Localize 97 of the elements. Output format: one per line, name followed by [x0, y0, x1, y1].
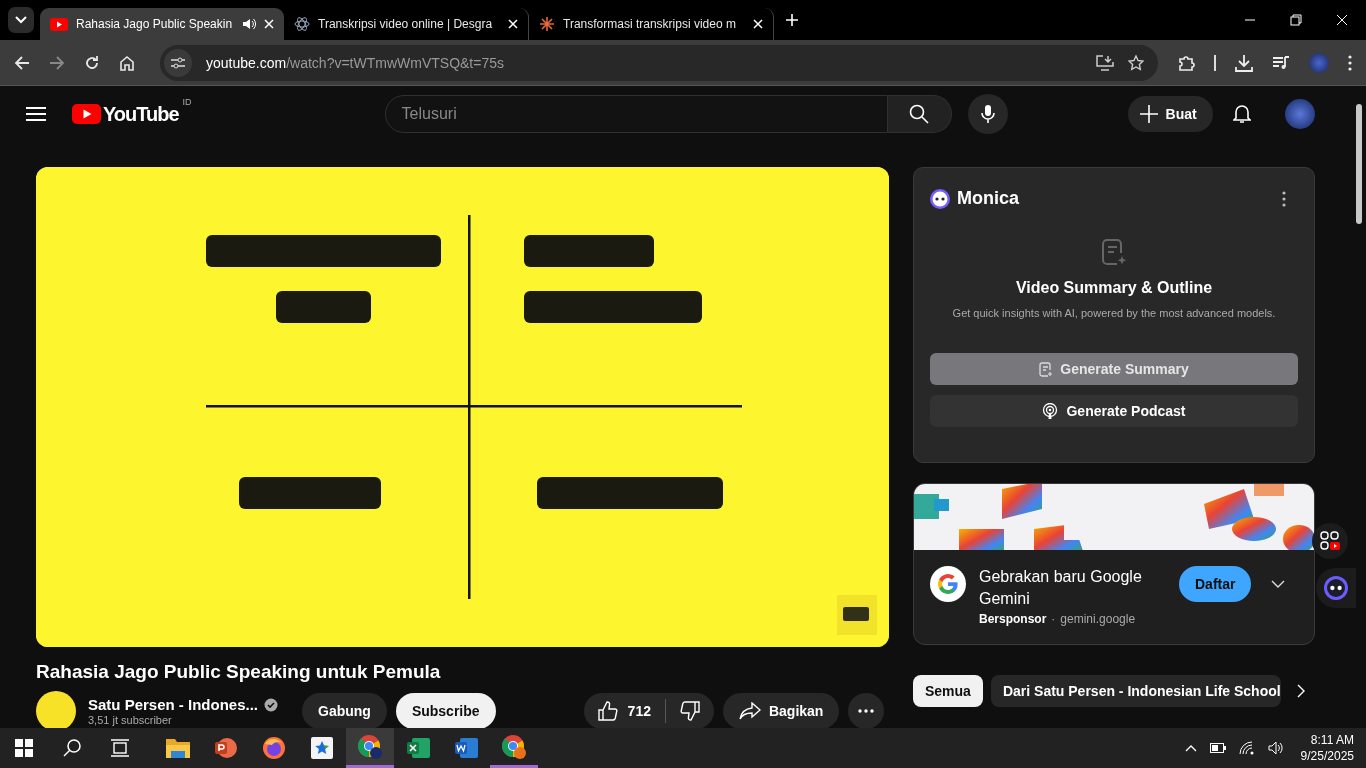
more-button[interactable]	[848, 693, 885, 728]
chevron-right-icon[interactable]	[1296, 684, 1305, 698]
filter-chip[interactable]: Semua	[913, 675, 983, 707]
burst-icon	[539, 16, 555, 32]
volume-icon[interactable]	[1267, 741, 1284, 755]
monica-logo-icon	[1324, 576, 1348, 600]
menu-icon[interactable]	[26, 106, 46, 122]
chevron-up-icon[interactable]	[1184, 744, 1197, 752]
star-icon[interactable]	[1128, 54, 1144, 71]
sponsored-label: Bersponsor	[979, 612, 1047, 626]
tab-title: Rahasia Jago Public Speakin	[76, 17, 234, 31]
apps-icon	[1320, 531, 1340, 551]
podcast-icon	[1042, 403, 1059, 419]
monica-title: Monica	[957, 188, 1019, 209]
reload-icon[interactable]	[84, 54, 100, 71]
generate-podcast-button[interactable]: Generate Podcast	[930, 395, 1298, 427]
task-view-icon[interactable]	[111, 739, 129, 757]
monica-logo-icon	[930, 188, 950, 209]
video-title: Rahasia Jago Public Speaking untuk Pemula	[36, 661, 442, 683]
new-tab-icon[interactable]	[786, 14, 798, 26]
browser-tab[interactable]: Rahasia Jago Public Speakin	[40, 8, 284, 40]
panel-heading: Video Summary & Outline	[1015, 279, 1213, 297]
chevron-down-icon[interactable]	[1271, 580, 1286, 588]
close-icon[interactable]	[753, 19, 763, 29]
star-app-icon	[311, 737, 333, 759]
menu-icon[interactable]	[1348, 54, 1352, 71]
generate-summary-button[interactable]: Generate Summary	[930, 353, 1298, 385]
search-icon[interactable]	[63, 739, 81, 757]
create-button[interactable]: Buat	[1127, 96, 1213, 132]
tab-title: Transkripsi video online | Desgra	[318, 17, 494, 31]
tab-title: Transformasi transkripsi video m	[563, 17, 737, 31]
thumbs-down-icon	[679, 701, 700, 721]
search-icon	[909, 104, 930, 124]
monica-button[interactable]	[1316, 568, 1356, 608]
logo-text[interactable]: YouTube	[103, 102, 179, 126]
more-icon[interactable]	[1282, 190, 1286, 207]
join-button[interactable]: Gabung	[302, 693, 387, 728]
media-icon[interactable]	[1272, 54, 1290, 71]
tab-search-button[interactable]	[8, 7, 34, 33]
battery-icon[interactable]	[1209, 743, 1226, 753]
close-icon[interactable]	[264, 19, 274, 29]
home-icon[interactable]	[119, 54, 135, 71]
address-bar[interactable]: youtube.com/watch?v=tWTmwWmVTSQ&t=75s	[160, 44, 1158, 81]
puzzle-icon[interactable]	[1177, 53, 1195, 72]
taskbar-app[interactable]	[346, 728, 394, 768]
user-avatar[interactable]	[1284, 99, 1315, 129]
filter-chip[interactable]: Dari Satu Persen - Indonesian Life School	[990, 675, 1281, 707]
sign-up-button[interactable]: Daftar	[1179, 566, 1252, 602]
bell-icon[interactable]	[1232, 104, 1251, 124]
windows-start-icon[interactable]	[15, 739, 33, 757]
install-icon[interactable]	[1096, 54, 1114, 71]
close-icon[interactable]	[1336, 14, 1348, 26]
channel-avatar[interactable]	[36, 691, 76, 728]
sliders-icon	[171, 56, 185, 69]
word-icon	[454, 737, 478, 759]
clock-time[interactable]: 8:11 AM	[1310, 732, 1354, 748]
restore-icon[interactable]	[1290, 14, 1302, 26]
country-code: ID	[182, 96, 192, 107]
scrollbar-thumb[interactable]	[1356, 104, 1362, 224]
google-logo-icon	[930, 566, 966, 602]
download-icon[interactable]	[1235, 53, 1253, 72]
separator-dot: ·	[1051, 612, 1056, 626]
plus-icon	[1139, 105, 1158, 123]
subscriber-count: 3,51 jt subscriber	[88, 714, 173, 726]
url-text: youtube.com/watch?v=tWTmwWmVTSQ&t=75s	[206, 54, 504, 71]
document-icon	[1101, 239, 1127, 267]
share-arrow-icon	[738, 702, 761, 720]
wifi-icon[interactable]	[1238, 741, 1255, 755]
chrome-icon	[357, 733, 383, 760]
ad-domain: gemini.google	[1060, 612, 1136, 626]
firefox-icon	[262, 736, 286, 760]
folder-icon	[166, 737, 190, 759]
forward-icon[interactable]	[49, 54, 65, 71]
close-icon[interactable]	[508, 19, 518, 29]
powerpoint-icon	[214, 737, 238, 759]
voice-search-button[interactable]	[967, 94, 1008, 134]
share-button[interactable]: Bagikan	[722, 693, 840, 728]
clock-date[interactable]: 9/25/2025	[1300, 748, 1354, 764]
youtube-icon	[50, 17, 68, 31]
atom-icon	[294, 16, 310, 32]
play-logo-icon	[72, 104, 101, 124]
microphone-icon	[980, 104, 995, 124]
thumbs-up-icon	[597, 701, 618, 721]
search-button[interactable]	[887, 95, 952, 133]
apps-button[interactable]	[1312, 523, 1348, 559]
site-settings-button[interactable]	[164, 48, 192, 77]
document-icon	[1039, 361, 1053, 377]
excel-icon	[406, 737, 430, 759]
chevron-down-icon	[15, 16, 27, 24]
ad-title[interactable]: Gebrakan baru Google Gemini	[979, 566, 1169, 610]
search-field[interactable]: Telusuri	[384, 95, 888, 133]
chrome-icon	[501, 733, 527, 760]
subscribe-button[interactable]: Subscribe	[395, 693, 496, 728]
channel-name[interactable]: Satu Persen - Indones...	[88, 696, 259, 713]
panel-subtitle: Get quick insights with AI, powered by the most advanced models.	[952, 307, 1276, 319]
more-icon	[858, 709, 875, 713]
back-icon[interactable]	[14, 54, 30, 71]
